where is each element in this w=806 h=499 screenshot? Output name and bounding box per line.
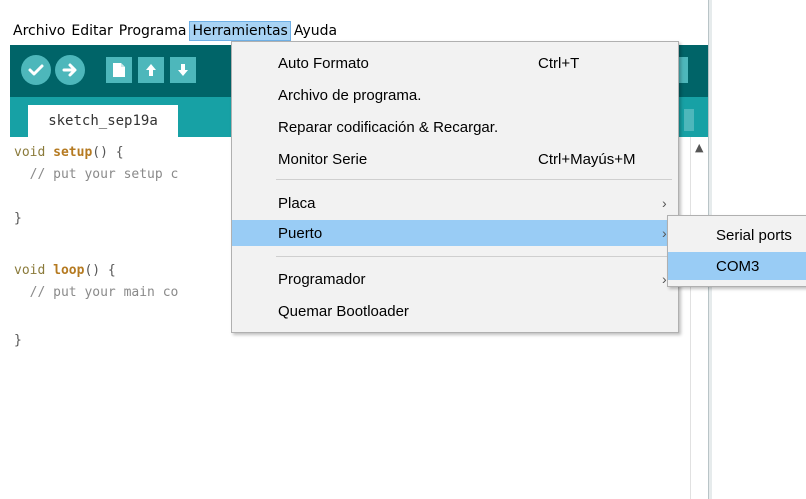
menu-item-archive-sketch[interactable]: Archivo de programa. <box>232 82 678 108</box>
new-button[interactable] <box>106 57 132 83</box>
check-icon <box>28 64 44 76</box>
code-line-9: } <box>14 333 22 348</box>
menu-item-board[interactable]: Placa › <box>232 190 678 216</box>
menu-separator <box>276 256 672 257</box>
code-text: () { <box>84 263 116 278</box>
new-file-icon <box>113 63 125 77</box>
verify-button[interactable] <box>21 55 51 85</box>
menu-item-label: Puerto <box>278 224 323 242</box>
screen: Archivo Editar Programa Herramientas Ayu… <box>0 0 806 499</box>
chevron-right-icon: › <box>662 271 667 287</box>
arrow-down-icon <box>178 64 188 76</box>
menu-item-label: Archivo de programa. <box>278 86 422 104</box>
menu-item-shortcut: Ctrl+T <box>538 54 580 72</box>
submenu-header-label: Serial ports <box>716 226 792 244</box>
menu-item-shortcut: Ctrl+Mayús+M <box>538 150 636 168</box>
menu-item-burn-bootloader[interactable]: Quemar Bootloader <box>232 298 678 324</box>
code-line-2: // put your setup c <box>14 167 179 182</box>
editor-scrollbar[interactable]: ▲ <box>690 137 709 499</box>
arrow-up-icon <box>146 64 156 76</box>
keyword: void <box>14 263 46 278</box>
menu-item-label: Quemar Bootloader <box>278 302 409 320</box>
menu-archivo[interactable]: Archivo <box>10 21 68 41</box>
menu-item-label: Monitor Serie <box>278 150 368 168</box>
function-name: setup <box>53 145 93 160</box>
menu-ayuda[interactable]: Ayuda <box>291 21 340 41</box>
submenu-item-com3[interactable]: COM3 <box>668 252 806 280</box>
function-name: loop <box>53 263 85 278</box>
serial-monitor-button[interactable] <box>678 57 688 83</box>
menu-herramientas[interactable]: Herramientas <box>189 20 291 41</box>
save-button[interactable] <box>170 57 196 83</box>
chevron-up-icon[interactable]: ▲ <box>695 141 703 154</box>
menu-editar[interactable]: Editar <box>68 21 115 41</box>
chevron-right-icon: › <box>662 195 667 211</box>
tools-menu: Auto Formato Ctrl+T Archivo de programa.… <box>231 41 679 333</box>
tab-sketch[interactable]: sketch_sep19a <box>28 105 178 137</box>
menu-item-serial-monitor[interactable]: Monitor Serie Ctrl+Mayús+M <box>232 146 678 172</box>
menu-item-port[interactable]: Puerto › <box>232 220 678 246</box>
chevron-right-icon: › <box>662 225 667 241</box>
code-line-1: void setup() { <box>14 145 124 160</box>
menubar: Archivo Editar Programa Herramientas Ayu… <box>10 18 708 43</box>
keyword: void <box>14 145 46 160</box>
submenu-header-serial-ports: Serial ports <box>668 221 806 249</box>
menu-item-label: Reparar codificación & Recargar. <box>278 118 499 136</box>
upload-button[interactable] <box>55 55 85 85</box>
open-button[interactable] <box>138 57 164 83</box>
code-line-6: void loop() { <box>14 263 116 278</box>
menu-item-label: Auto Formato <box>278 54 369 72</box>
arrow-right-icon <box>62 63 77 77</box>
code-line-4: } <box>14 211 22 226</box>
menu-item-programmer[interactable]: Programador › <box>232 266 678 292</box>
menu-item-label: Placa <box>278 194 316 212</box>
code-text: () { <box>92 145 124 160</box>
port-submenu: Serial ports COM3 <box>667 215 806 287</box>
menu-programa[interactable]: Programa <box>116 21 190 41</box>
code-line-7: // put your main co <box>14 285 179 300</box>
menu-item-fix-encoding[interactable]: Reparar codificación & Recargar. <box>232 114 678 140</box>
menu-item-auto-format[interactable]: Auto Formato Ctrl+T <box>232 50 678 76</box>
menu-separator <box>276 179 672 180</box>
tab-menu-button[interactable] <box>684 109 694 131</box>
submenu-item-label: COM3 <box>716 257 760 275</box>
menu-item-label: Programador <box>278 270 366 288</box>
